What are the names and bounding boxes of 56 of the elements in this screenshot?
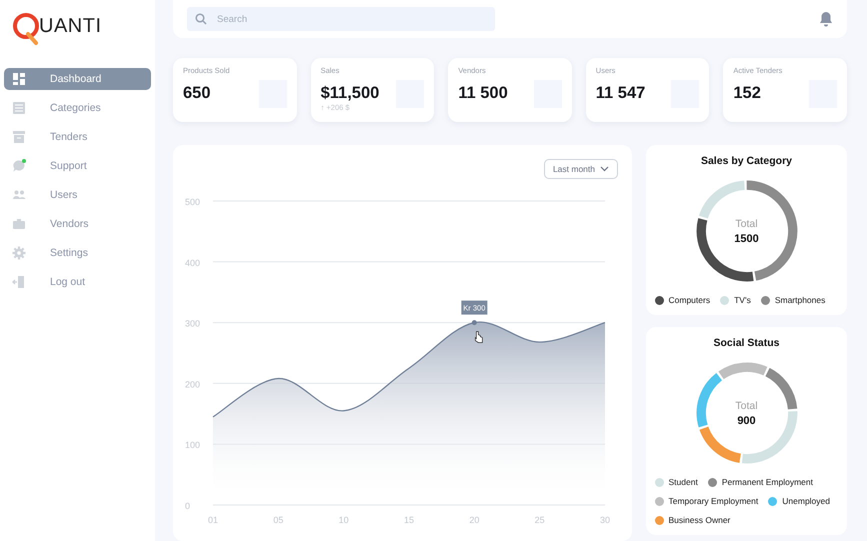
y-axis-label: 500 xyxy=(185,197,200,207)
total-value: 900 xyxy=(737,414,756,426)
x-axis-label: 25 xyxy=(534,515,545,525)
x-axis-label: 05 xyxy=(273,515,284,525)
notification-bell-icon[interactable] xyxy=(819,11,833,27)
sidebar-item[interactable]: Users xyxy=(4,184,151,206)
total-value: 1500 xyxy=(734,232,759,244)
logo-q-icon xyxy=(12,12,42,46)
x-axis-label: 15 xyxy=(404,515,414,525)
hand-cursor-icon xyxy=(474,331,483,343)
archive-box-icon xyxy=(12,130,26,144)
caret-icon xyxy=(600,166,609,172)
logout-door-icon xyxy=(12,275,26,289)
x-axis-label: 01 xyxy=(208,515,218,525)
y-axis-label: 400 xyxy=(185,258,200,268)
period-dropdown[interactable]: Last month xyxy=(544,159,618,179)
x-axis-label: 30 xyxy=(600,515,610,525)
chart-title: Social Status xyxy=(714,337,780,349)
sidebar-item[interactable]: Support xyxy=(4,155,151,177)
sidebar-item[interactable]: Log out xyxy=(4,271,151,293)
x-axis-label: 10 xyxy=(338,515,349,525)
briefcase-icon xyxy=(12,217,26,231)
search-icon xyxy=(195,13,207,25)
grid-icon xyxy=(12,72,26,86)
stat-value: 152 xyxy=(733,84,762,103)
legend-label: Computers xyxy=(668,295,710,305)
stat-value: 11 547 xyxy=(596,84,646,103)
stat-value: 650 xyxy=(183,84,212,103)
search-field[interactable]: Search xyxy=(187,7,495,31)
stat-value: 11 500 xyxy=(458,84,508,103)
y-axis-label: 300 xyxy=(185,318,200,329)
legend-label: Unemployed xyxy=(782,496,830,506)
legend-label: Smartphones xyxy=(774,295,826,305)
sidebar-item[interactable]: Dashboard xyxy=(4,68,151,90)
legend-label: Temporary Employment xyxy=(668,496,758,506)
y-axis-label: 100 xyxy=(185,440,200,450)
y-axis-label: 200 xyxy=(185,379,200,390)
total-label: Total xyxy=(735,400,758,412)
data-point xyxy=(472,320,477,326)
total-label: Total xyxy=(735,218,758,230)
legend-label: Business Owner xyxy=(668,515,730,525)
sidebar-item[interactable]: Categories xyxy=(4,97,151,119)
settings-icon xyxy=(12,246,26,260)
sidebar-item[interactable]: Settings xyxy=(4,242,151,264)
users-icon xyxy=(12,188,26,202)
x-axis-label: 20 xyxy=(469,515,480,525)
legend-label: Permanent Employment xyxy=(722,477,813,487)
legend-label: Student xyxy=(668,477,698,487)
list-icon xyxy=(12,101,26,115)
chart-title: Sales by Category xyxy=(700,155,792,167)
stat-value: $11,500 xyxy=(320,84,380,103)
sidebar-item[interactable]: Tenders xyxy=(4,126,151,148)
sidebar-item[interactable]: Vendors xyxy=(4,213,151,235)
y-axis-label: 0 xyxy=(185,501,190,511)
legend-label: TV's xyxy=(734,295,751,305)
logo-text: UANTI xyxy=(39,15,102,38)
